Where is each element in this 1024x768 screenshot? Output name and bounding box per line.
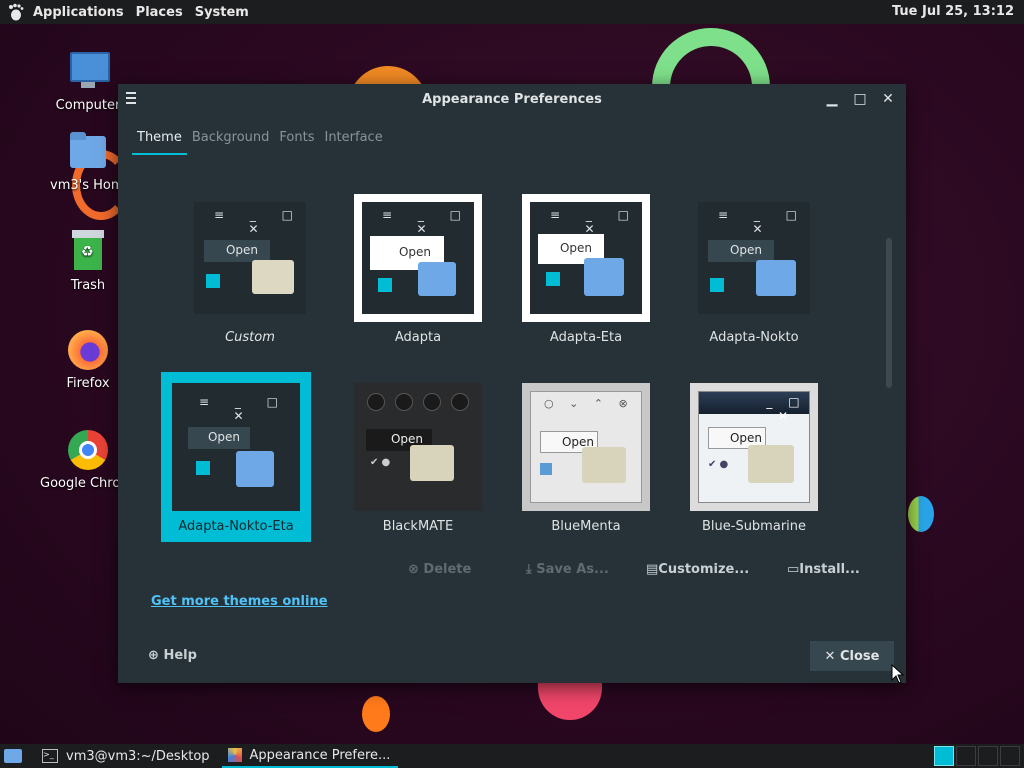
taskbar-item-label: vm3@vm3:~/Desktop <box>66 748 210 764</box>
chrome-icon <box>66 428 110 472</box>
menu-system[interactable]: System <box>189 0 255 24</box>
get-more-themes-link[interactable]: Get more themes online <box>151 594 328 609</box>
workspace-4[interactable] <box>1000 746 1020 766</box>
bottom-taskbar: >_ vm3@vm3:~/Desktop Appearance Prefere.… <box>0 744 1024 768</box>
taskbar-item-terminal[interactable]: >_ vm3@vm3:~/Desktop <box>36 744 218 768</box>
trash-icon: ♻ <box>66 230 110 274</box>
theme-thumbnail: ≡ _ □ ✕ Open <box>354 194 482 322</box>
clock[interactable]: Tue Jul 25, 13:12 <box>892 4 1014 19</box>
show-desktop-button[interactable] <box>0 744 26 768</box>
close-icon[interactable]: ✕ <box>874 88 902 110</box>
theme-name: Adapta-Nokto-Eta <box>178 519 294 534</box>
window-title: Appearance Preferences <box>422 92 602 107</box>
theme-thumbnail: ≡ _ □ ✕ Open <box>172 383 300 511</box>
close-label: Close <box>839 648 880 664</box>
help-icon: ⊕ <box>148 648 159 663</box>
menu-applications[interactable]: Applications <box>27 0 130 24</box>
close-button[interactable]: ✕ Close <box>810 641 894 671</box>
workspace-switcher <box>932 746 1020 766</box>
tab-interface[interactable]: Interface <box>319 126 387 155</box>
theme-item-bluementa[interactable]: ○ ⌄ ⌃ ⊗ Open BlueMenta <box>511 383 661 534</box>
theme-thumbnail: Open ✔ ● <box>354 383 482 511</box>
save-as-button[interactable]: ⤓ Save As... <box>526 562 609 577</box>
save-as-label: Save As... <box>536 562 609 577</box>
terminal-icon: >_ <box>42 749 58 763</box>
tab-background[interactable]: Background <box>187 126 275 155</box>
top-panel: Applications Places System Tue Jul 25, 1… <box>0 0 1024 24</box>
gnome-foot-icon[interactable] <box>7 3 25 21</box>
theme-name: BlackMATE <box>382 519 454 534</box>
appearance-preferences-window: Appearance Preferences ▁ □ ✕ Theme Backg… <box>118 84 906 683</box>
desktop-icon-label: Google Chrome <box>40 476 120 491</box>
theme-item-blackmate[interactable]: Open ✔ ● BlackMATE <box>343 383 493 534</box>
theme-item-adapta-eta[interactable]: ≡ _ □ ✕ Open Adapta-Eta <box>511 194 661 345</box>
minimize-icon[interactable]: ▁ <box>818 88 846 110</box>
close-button-icon: ✕ <box>824 648 836 664</box>
theme-thumbnail: _ □ ✕ Open ✔ ● <box>690 383 818 511</box>
customize-button[interactable]: ▤Customize... <box>646 562 749 577</box>
theme-thumbnail: ≡ _ □ ✕ Open <box>690 194 818 322</box>
taskbar-item-appearance[interactable]: Appearance Prefere... <box>221 744 399 768</box>
tab-bar: Theme Background Fonts Interface <box>132 126 388 155</box>
install-label: Install... <box>799 562 860 577</box>
theme-name: Adapta-Eta <box>549 330 623 345</box>
thumb-open-button: Open <box>188 427 250 449</box>
taskbar-item-label: Appearance Prefere... <box>249 747 391 763</box>
workspace-1[interactable] <box>934 746 954 766</box>
delete-button[interactable]: ⊗ Delete <box>408 562 471 577</box>
theme-item-adapta-nokto[interactable]: ≡ _ □ ✕ Open Adapta-Nokto <box>679 194 829 345</box>
theme-name: Adapta-Nokto <box>709 330 799 345</box>
customize-label: Customize... <box>658 562 750 577</box>
theme-name: Blue-Submarine <box>701 519 807 534</box>
desktop-blob-pink <box>538 682 602 720</box>
workspace-2[interactable] <box>956 746 976 766</box>
delete-label: Delete <box>423 562 472 577</box>
dialog-button-bar: ⊕ Help ✕ Close <box>118 628 906 683</box>
thumb-open-button: Open <box>708 240 774 262</box>
mouse-cursor-icon <box>891 664 905 684</box>
theme-name: Adapta <box>394 330 442 345</box>
appearance-icon <box>227 748 242 762</box>
theme-item-custom[interactable]: ≡ _ □ ✕ Open Custom <box>175 194 325 345</box>
desktop-blob-orange-small <box>362 696 390 732</box>
home-folder-icon <box>66 130 110 174</box>
theme-list-scrollbar[interactable] <box>886 238 892 388</box>
workspace-3[interactable] <box>978 746 998 766</box>
window-titlebar[interactable]: Appearance Preferences ▁ □ ✕ <box>118 84 906 114</box>
install-button[interactable]: ▭Install... <box>787 562 860 577</box>
desktop-blob-blue <box>908 496 934 532</box>
thumb-open-button: Open <box>204 240 270 262</box>
tab-theme[interactable]: Theme <box>132 126 187 155</box>
menu-places[interactable]: Places <box>130 0 189 24</box>
computer-icon <box>66 50 110 94</box>
theme-name: BlueMenta <box>551 519 621 534</box>
help-label: Help <box>163 648 197 663</box>
theme-panel: ≡ _ □ ✕ Open Custom ≡ _ □ ✕ Open Adapta … <box>132 158 892 628</box>
maximize-icon[interactable]: □ <box>846 88 874 110</box>
firefox-icon <box>66 328 110 372</box>
theme-item-blue-submarine[interactable]: _ □ ✕ Open ✔ ● Blue-Submarine <box>679 383 829 534</box>
tab-fonts[interactable]: Fonts <box>274 126 319 155</box>
theme-item-adapta[interactable]: ≡ _ □ ✕ Open Adapta <box>343 194 493 345</box>
help-button[interactable]: ⊕ Help <box>148 648 197 663</box>
theme-thumbnail: ≡ _ □ ✕ Open <box>522 194 650 322</box>
theme-item-adapta-nokto-eta[interactable]: ≡ _ □ ✕ Open Adapta-Nokto-Eta <box>161 372 311 542</box>
show-desktop-icon <box>4 749 22 763</box>
theme-thumbnail: ○ ⌄ ⌃ ⊗ Open <box>522 383 650 511</box>
theme-name: Custom <box>225 330 275 345</box>
theme-thumbnail: ≡ _ □ ✕ Open <box>186 194 314 322</box>
